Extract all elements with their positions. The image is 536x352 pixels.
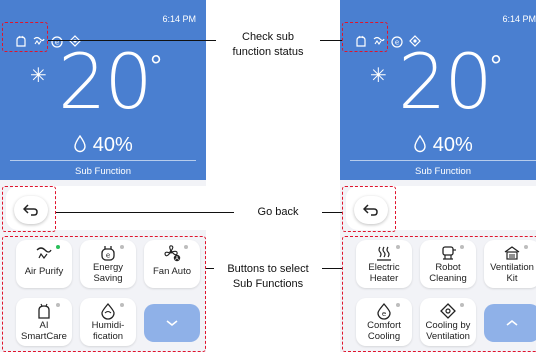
back-button-highlight (2, 186, 56, 232)
sub-function-title: Sub Function (75, 166, 131, 177)
annotation-line-1: Buttons to select (227, 263, 309, 275)
annotation-line-2: function status (232, 46, 304, 58)
thermostat-screen-left: 6:14 PM e ✳ 20 ° 40% Sub Function Air Pu… (0, 0, 206, 352)
cooling-mode-icon: ✳ (30, 65, 47, 87)
temperature-value: 20 (398, 37, 493, 126)
annotation-line-1: Check sub (242, 31, 294, 43)
humidity-readout: 40% (0, 134, 206, 157)
temperature-unit: ° (490, 50, 502, 83)
select-line-right (322, 268, 342, 269)
temperature-value: 20 (58, 37, 153, 126)
check-status-line-right (320, 40, 342, 41)
back-button-highlight (342, 186, 396, 232)
thermostat-screen-right: 6:14 PM e ✳ 20 ° 40% Sub Function Electr… (340, 0, 536, 352)
annotation-line-2: Sub Functions (232, 278, 304, 290)
water-drop-icon (74, 134, 86, 153)
cooling-mode-icon: ✳ (370, 65, 387, 87)
go-back-line-right (322, 212, 342, 213)
divider (350, 160, 536, 161)
sub-function-buttons-highlight (2, 236, 206, 352)
water-drop-icon (414, 134, 426, 153)
go-back-line-left (56, 212, 234, 213)
clock: 6:14 PM (502, 14, 536, 24)
select-line-left (206, 268, 214, 269)
go-back-annotation: Go back (257, 206, 299, 218)
sub-function-buttons-highlight (342, 236, 536, 352)
divider (10, 160, 196, 161)
status-icons-highlight (2, 22, 48, 52)
check-status-annotation: Check sub function status (216, 30, 320, 60)
select-buttons-annotation: Buttons to select Sub Functions (214, 262, 322, 292)
humidity-value: 40% (92, 134, 133, 156)
humidity-value: 40% (432, 134, 473, 156)
sub-function-title: Sub Function (415, 166, 471, 177)
humidity-readout: 40% (340, 134, 536, 157)
status-icons-highlight (342, 22, 388, 52)
check-status-line-left (48, 40, 216, 41)
temperature-unit: ° (150, 50, 162, 83)
clock: 6:14 PM (162, 14, 196, 24)
